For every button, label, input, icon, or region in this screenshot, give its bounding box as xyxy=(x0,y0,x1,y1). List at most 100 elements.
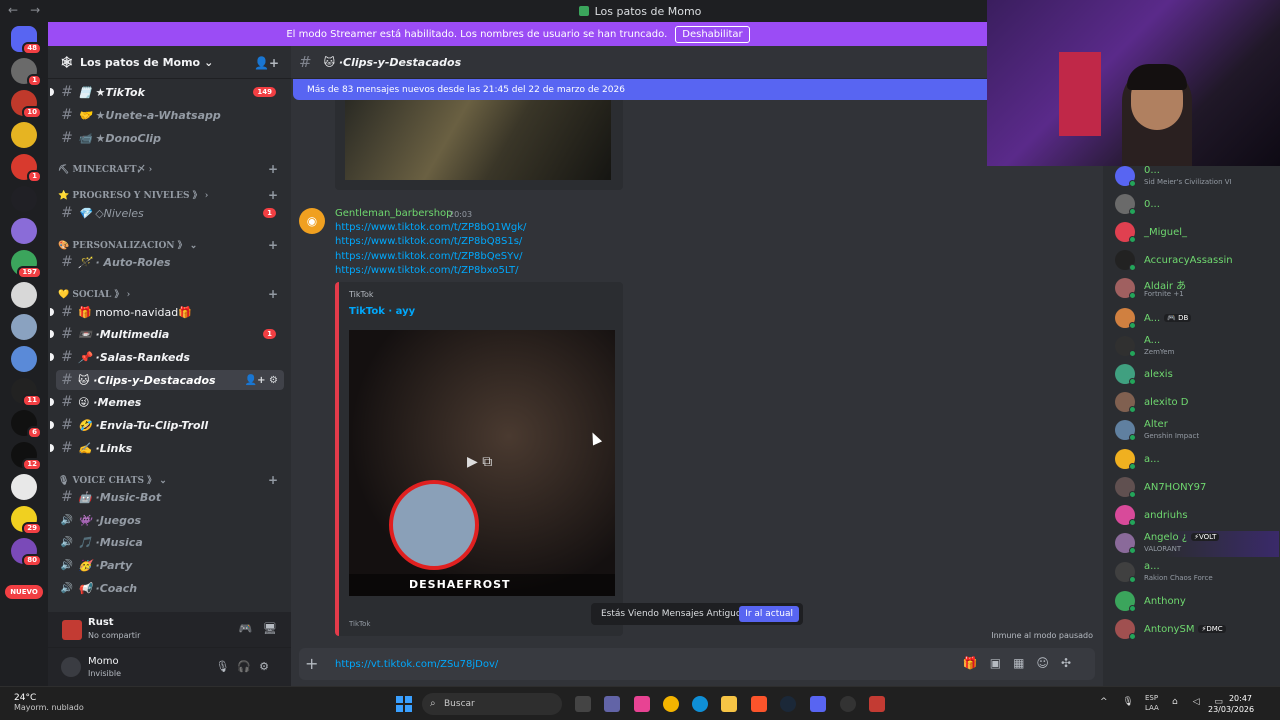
add-channel-icon[interactable]: + xyxy=(268,473,278,487)
channel-links[interactable]: # ✍️ ·Links xyxy=(50,438,284,458)
jump-to-present-button[interactable]: Ir al actual xyxy=(739,606,799,622)
member-item[interactable]: A... ZemYem xyxy=(1113,334,1279,360)
channel-momo-navidad[interactable]: # 🎁 momo-navidad🎁 xyxy=(50,302,284,322)
member-item[interactable]: Aldair あ Fortnite +1 xyxy=(1113,276,1279,302)
voice-channel-party[interactable]: 🔊 🥳 ·Party xyxy=(56,555,284,575)
message-link[interactable]: https://www.tiktok.com/t/ZP8bQeSYv/ xyxy=(335,251,523,262)
play-icon[interactable]: ▶ ⧉ xyxy=(467,454,492,470)
message-link[interactable]: https://www.tiktok.com/t/ZP8bxo5LT/ xyxy=(335,265,519,276)
video-thumbnail[interactable] xyxy=(345,100,611,180)
server-icon[interactable]: 197 xyxy=(11,250,42,279)
voice-channel-musica[interactable]: 🔊 🎵 ·Musica xyxy=(56,532,284,552)
server-icon[interactable] xyxy=(11,346,37,372)
brave-icon[interactable] xyxy=(751,696,767,712)
server-icon[interactable] xyxy=(11,474,37,500)
chrome-icon[interactable] xyxy=(663,696,679,712)
member-item[interactable]: andriuhs xyxy=(1113,503,1279,529)
member-item[interactable]: Anthony xyxy=(1113,589,1279,615)
member-item[interactable]: 0... xyxy=(1113,192,1279,218)
member-item[interactable]: a... Rakion Chaos Force xyxy=(1113,560,1279,586)
member-item[interactable]: AN7HONY97 xyxy=(1113,475,1279,501)
discord-logo-avatar[interactable]: ◉ xyxy=(299,208,325,234)
sticker-icon[interactable]: ▦ xyxy=(1013,656,1036,670)
activity-status[interactable]: Rust No compartir 🎮 🖥 xyxy=(48,612,291,648)
disable-streamer-button[interactable]: Deshabilitar xyxy=(675,25,750,43)
channel-multimedia[interactable]: # 📼 ·Multimedia 1 xyxy=(50,324,284,344)
forward-icon[interactable]: → xyxy=(30,3,40,17)
back-icon[interactable]: ← xyxy=(8,3,18,17)
message-author[interactable]: Gentleman_barbershop xyxy=(335,208,453,219)
language-indicator[interactable]: ESP LAA xyxy=(1145,693,1159,713)
file-explorer-icon[interactable] xyxy=(721,696,737,712)
composer-tools[interactable]: 🎁▣▦☺✣ xyxy=(963,656,1083,670)
server-icon[interactable] xyxy=(11,186,37,212)
add-channel-icon[interactable]: + xyxy=(268,238,278,252)
user-controls[interactable]: 🎙🎧⚙ xyxy=(215,660,277,673)
category-progreso[interactable]: ⭐ PROGRESO Y NIVELES 》 › + xyxy=(58,188,282,202)
channel-donoclip[interactable]: # 📹 ★DonoClip xyxy=(56,128,284,148)
new-messages-bar[interactable]: Más de 83 mensajes nuevos desde las 21:4… xyxy=(293,79,993,100)
member-item[interactable]: a... xyxy=(1113,447,1279,473)
server-icon[interactable]: 48 xyxy=(11,26,42,55)
add-channel-icon[interactable]: + xyxy=(268,188,278,202)
channel-autoroles[interactable]: # 🪄 · Auto-Roles xyxy=(56,252,284,272)
server-icon[interactable] xyxy=(11,122,37,148)
steam-icon[interactable] xyxy=(780,696,796,712)
plus-icon[interactable]: + xyxy=(305,654,318,673)
server-icon[interactable] xyxy=(11,218,37,244)
system-tray[interactable]: ^ 🎙 xyxy=(1100,697,1140,707)
channel-music-bot[interactable]: # 🤖 ·Music-Bot xyxy=(56,487,284,507)
category-voice-chats[interactable]: 🎙 VOICE CHATS 》 ⌄ + xyxy=(58,473,282,487)
server-icon[interactable]: 12 xyxy=(11,442,42,471)
voice-channel-coach[interactable]: 🔊 📢 ·Coach xyxy=(56,578,284,598)
channel-envia-tu-clip-troll[interactable]: # 🤣 ·Envia-Tu-Clip-Troll xyxy=(50,415,284,435)
member-item[interactable]: alexis xyxy=(1113,362,1279,388)
member-item[interactable]: AccuracyAssassin xyxy=(1113,248,1279,274)
message-link[interactable]: https://www.tiktok.com/t/ZP8bQ1Wgk/ xyxy=(335,222,526,233)
windows-start-icon[interactable] xyxy=(396,696,412,712)
category-minecraft[interactable]: ⛏ MINECRAFT〆 › + xyxy=(58,162,282,176)
new-badge[interactable]: NUEVO xyxy=(5,585,43,599)
channel-memes[interactable]: # 😜 ·Memes xyxy=(50,392,284,412)
voice-channel-juegos[interactable]: 🔊 👾 ·Juegos xyxy=(56,510,284,530)
taskbar-search[interactable]: ⌕ Buscar xyxy=(422,693,562,715)
member-item[interactable]: Alter Genshin Impact xyxy=(1113,418,1279,444)
server-icon[interactable]: 10 xyxy=(11,90,42,119)
member-item[interactable]: AntonySM ⚡DMC xyxy=(1113,617,1279,643)
weather-widget[interactable]: 24°C Mayorm. nublado xyxy=(14,693,84,712)
gif-icon[interactable]: ▣ xyxy=(990,656,1013,670)
server-icon[interactable]: 29 xyxy=(11,506,42,535)
obs-icon[interactable] xyxy=(840,696,856,712)
server-icon[interactable]: 80 xyxy=(11,538,42,567)
embed-title[interactable]: TikTok · ayy xyxy=(349,306,415,317)
mic-icon[interactable]: 🎙 xyxy=(215,660,237,673)
server-icon[interactable]: 11 xyxy=(11,378,42,407)
message-input[interactable] xyxy=(335,654,895,674)
gear-icon[interactable]: ⚙ xyxy=(259,660,277,673)
server-icon[interactable] xyxy=(11,282,37,308)
emoji-icon[interactable]: ☺ xyxy=(1036,656,1061,670)
message-link[interactable]: https://www.tiktok.com/t/ZP8bQ8S1s/ xyxy=(335,236,522,247)
guild-header[interactable]: 🕸 Los patos de Momo ⌄ 👤+ xyxy=(48,46,291,79)
channel-tiktok[interactable]: # 🗒️ ★TikTok 149 xyxy=(50,82,284,102)
discord-icon[interactable] xyxy=(810,696,826,712)
add-channel-icon[interactable]: + xyxy=(268,162,278,176)
server-icon[interactable]: 6 xyxy=(11,410,42,439)
category-personalizacion[interactable]: 🎨 PERSONALIZACION 》 ⌄ + xyxy=(58,238,282,252)
current-user[interactable]: Momo Invisible 🎙🎧⚙ xyxy=(48,648,291,686)
server-icon[interactable]: 1 xyxy=(11,58,42,87)
channel-salas-rankeds[interactable]: # 📌 ·Salas-Rankeds xyxy=(50,347,284,367)
channel-settings-icons[interactable]: 👤+ ⚙ xyxy=(245,375,278,386)
category-social[interactable]: 💛 SOCIAL 》 › + xyxy=(58,287,282,301)
server-icon[interactable] xyxy=(11,314,37,340)
activity-controls[interactable]: 🎮 🖥 xyxy=(239,622,277,635)
task-view-icon[interactable] xyxy=(575,696,591,712)
channel-niveles[interactable]: # 💎 ◇Niveles 1 xyxy=(56,203,284,223)
gift-icon[interactable]: 🎁 xyxy=(963,656,990,670)
embed-video[interactable]: ▶ ⧉ DESHAEFROST xyxy=(349,330,615,596)
channel-clips-y-destacados[interactable]: # 🐱 ·Clips-y-Destacados 👤+ ⚙ xyxy=(56,370,284,390)
server-icon[interactable]: 1 xyxy=(11,154,42,183)
copilot-icon[interactable] xyxy=(634,696,650,712)
member-item[interactable]: 0... Sid Meier's Civilization VI xyxy=(1113,164,1279,190)
add-channel-icon[interactable]: + xyxy=(268,287,278,301)
